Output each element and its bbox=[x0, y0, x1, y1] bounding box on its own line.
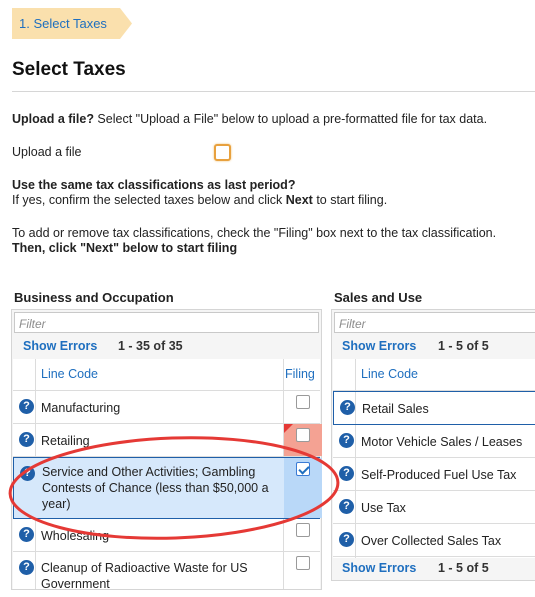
business-occupation-panel: Show Errors 1 - 35 of 35 Line Code Filin… bbox=[11, 309, 322, 591]
su-table: Line Code ? Retail Sales ? Motor Vehicle… bbox=[333, 359, 535, 558]
bo-show-errors-link[interactable]: Show Errors bbox=[23, 339, 97, 353]
upload-file-checkbox[interactable] bbox=[214, 144, 231, 161]
title-divider bbox=[12, 91, 535, 92]
upload-question-detail: Select "Upload a File" below to upload a… bbox=[93, 112, 488, 126]
su-footer-record-count: 1 - 5 of 5 bbox=[438, 561, 489, 575]
table-row[interactable]: ? Self-Produced Fuel Use Tax bbox=[333, 458, 535, 491]
then-click-next-instructions: Then, click "Next" below to start filing bbox=[12, 241, 238, 255]
bo-row-label: Manufacturing bbox=[41, 401, 121, 415]
table-row[interactable]: ? Retailing bbox=[13, 424, 322, 457]
su-record-count: 1 - 5 of 5 bbox=[438, 339, 489, 353]
bo-table: Line Code Filing ? Manufacturing ? Retai… bbox=[13, 359, 322, 591]
bo-col-filing[interactable]: Filing bbox=[285, 367, 315, 381]
bo-filing-cell bbox=[284, 552, 322, 597]
bo-filter-input[interactable] bbox=[14, 312, 319, 333]
same-classifications-question: Use the same tax classifications as last… bbox=[12, 178, 296, 192]
error-flag-icon bbox=[284, 424, 293, 433]
su-panel-title: Sales and Use bbox=[334, 290, 423, 305]
add-remove-instructions: To add or remove tax classifications, ch… bbox=[12, 226, 497, 240]
filing-checkbox[interactable] bbox=[296, 428, 310, 442]
bo-row-label: Cleanup of Radioactive Waste for US Gove… bbox=[41, 561, 248, 591]
su-show-errors-link[interactable]: Show Errors bbox=[342, 339, 416, 353]
help-icon[interactable]: ? bbox=[20, 466, 35, 481]
bo-filing-cell bbox=[284, 519, 322, 551]
help-icon[interactable]: ? bbox=[19, 432, 34, 447]
su-row-label: Retail Sales bbox=[362, 402, 429, 416]
page-title: Select Taxes bbox=[12, 59, 126, 80]
table-row-selected[interactable]: ? Retail Sales bbox=[333, 391, 535, 425]
help-icon[interactable]: ? bbox=[339, 466, 354, 481]
bo-filing-cell-selected bbox=[284, 458, 322, 518]
su-row-label: Use Tax bbox=[361, 501, 406, 515]
su-filter-input[interactable] bbox=[334, 312, 535, 333]
filing-checkbox[interactable] bbox=[296, 395, 310, 409]
bo-row-label: Retailing bbox=[41, 434, 90, 448]
su-col-line-code[interactable]: Line Code bbox=[361, 367, 418, 381]
table-row[interactable]: ? Motor Vehicle Sales / Leases bbox=[333, 425, 535, 458]
confirm-instructions: If yes, confirm the selected taxes below… bbox=[12, 193, 387, 207]
help-icon[interactable]: ? bbox=[339, 499, 354, 514]
upload-question: Upload a file? bbox=[12, 112, 94, 126]
table-row[interactable]: ? Cleanup of Radioactive Waste for US Go… bbox=[13, 552, 320, 597]
su-footer-show-errors-link[interactable]: Show Errors bbox=[342, 561, 416, 575]
su-table-header: Line Code bbox=[333, 359, 535, 391]
su-row-label: Over Collected Sales Tax bbox=[361, 534, 502, 548]
upload-file-label: Upload a file bbox=[12, 145, 82, 159]
bo-col-line-code[interactable]: Line Code bbox=[41, 367, 98, 381]
bo-table-header: Line Code Filing bbox=[13, 359, 320, 391]
bo-row-label: Wholesaling bbox=[41, 529, 110, 543]
bo-filing-cell-error bbox=[284, 424, 322, 456]
filing-checkbox[interactable] bbox=[296, 523, 310, 537]
su-row-label: Motor Vehicle Sales / Leases bbox=[361, 435, 523, 449]
filing-checkbox-checked[interactable] bbox=[296, 462, 310, 476]
sales-use-panel: Show Errors 1 - 5 of 5 Line Code ? Retai… bbox=[331, 309, 535, 581]
help-icon[interactable]: ? bbox=[339, 433, 354, 448]
table-row[interactable]: ? Use Tax bbox=[333, 491, 535, 524]
confirm-next-word: Next bbox=[285, 193, 313, 207]
confirm-text-pre: If yes, confirm the selected taxes below… bbox=[12, 193, 286, 207]
confirm-text-post: to start filing. bbox=[312, 193, 388, 207]
table-row-selected[interactable]: ? Service and Other Activities; Gambling… bbox=[13, 457, 322, 519]
bo-row-label: Service and Other Activities; Gambling C… bbox=[42, 465, 269, 511]
bo-record-count: 1 - 35 of 35 bbox=[118, 339, 183, 353]
table-row[interactable]: ? Wholesaling bbox=[13, 519, 320, 552]
upload-instructions: Upload a file? Select "Upload a File" be… bbox=[12, 112, 487, 126]
su-row-label: Self-Produced Fuel Use Tax bbox=[361, 468, 517, 482]
help-icon[interactable]: ? bbox=[19, 399, 34, 414]
help-icon[interactable]: ? bbox=[19, 527, 34, 542]
bo-filing-cell bbox=[284, 391, 322, 423]
help-icon[interactable]: ? bbox=[340, 400, 355, 415]
bo-panel-title: Business and Occupation bbox=[14, 290, 174, 305]
help-icon[interactable]: ? bbox=[19, 560, 34, 575]
step-tab-select-taxes[interactable]: 1. Select Taxes bbox=[12, 8, 132, 39]
help-icon[interactable]: ? bbox=[339, 532, 354, 547]
table-row[interactable]: ? Manufacturing bbox=[13, 391, 320, 424]
table-row[interactable]: ? Over Collected Sales Tax bbox=[333, 524, 535, 557]
filing-checkbox[interactable] bbox=[296, 556, 310, 570]
